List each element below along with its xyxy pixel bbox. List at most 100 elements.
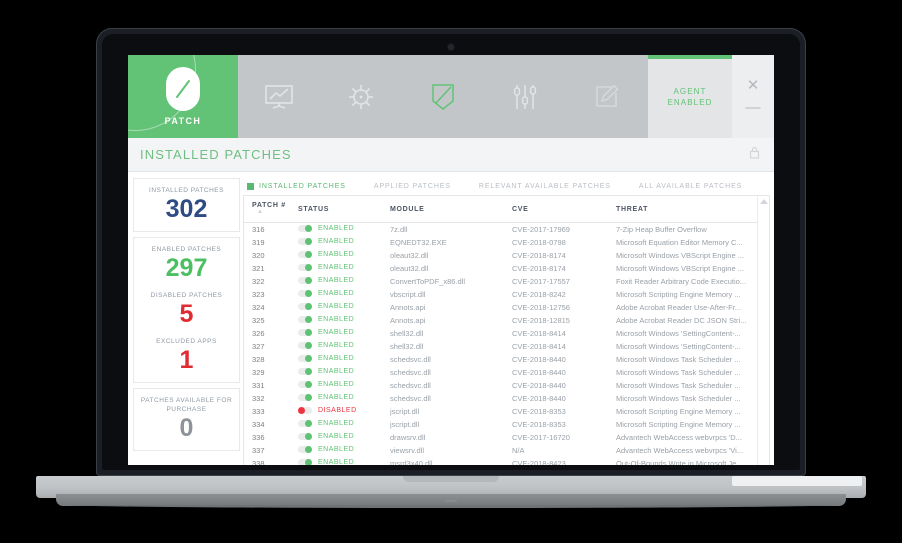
nav-item-settings[interactable] bbox=[484, 55, 566, 138]
cell-status[interactable]: ENABLED bbox=[298, 223, 390, 237]
lock-icon[interactable] bbox=[749, 146, 760, 164]
table-row[interactable]: 319 ENABLED EQNEDT32.EXE CVE-2018-0798 Micro… bbox=[244, 236, 757, 249]
cell-module: 7z.dll bbox=[390, 225, 408, 234]
agent-status-line2: ENABLED bbox=[667, 97, 713, 107]
scroll-up-icon[interactable] bbox=[759, 199, 768, 204]
status-toggle-icon[interactable] bbox=[298, 459, 312, 465]
edit-icon bbox=[594, 84, 620, 110]
cell-status[interactable]: DISABLED bbox=[298, 405, 390, 418]
minimize-icon[interactable]: — bbox=[746, 100, 761, 115]
status-toggle-icon[interactable] bbox=[298, 251, 312, 258]
column-header-threat[interactable]: THREAT bbox=[616, 196, 758, 223]
table-row[interactable]: 329 ENABLED schedsvc.dll CVE-2018-8440 Micro… bbox=[244, 366, 757, 379]
table-row[interactable]: 327 ENABLED shell32.dll CVE-2018-8414 Micros… bbox=[244, 340, 757, 353]
status-toggle-icon[interactable] bbox=[298, 277, 312, 284]
cell-cve: CVE-2018-8353 bbox=[512, 407, 566, 416]
cell-status[interactable]: ENABLED bbox=[298, 262, 390, 275]
tab-applied-patches[interactable]: APPLIED PATCHES bbox=[374, 183, 451, 190]
cell-patch-number: 337 bbox=[252, 446, 265, 455]
nav-item-patch[interactable]: PATCH bbox=[128, 55, 238, 138]
status-toggle-icon[interactable] bbox=[298, 316, 312, 323]
column-header-cve[interactable]: CVE bbox=[512, 196, 616, 223]
status-toggle-icon[interactable] bbox=[298, 420, 312, 427]
table-row[interactable]: 326 ENABLED shell32.dll CVE-2018-8414 Micros… bbox=[244, 327, 757, 340]
table-row[interactable]: 320 ENABLED oleaut32.dll CVE-2018-8174 Micro… bbox=[244, 249, 757, 262]
cell-threat: Microsoft Windows VBScript Engine ... bbox=[616, 251, 744, 260]
cell-threat: 7-Zip Heap Buffer Overflow bbox=[616, 225, 707, 234]
cell-patch-number: 336 bbox=[252, 433, 265, 442]
column-header-status[interactable]: STATUS bbox=[298, 196, 390, 223]
status-toggle-icon[interactable] bbox=[298, 394, 312, 401]
cell-cve: CVE-2018-12756 bbox=[512, 303, 570, 312]
nav-item-antivirus[interactable] bbox=[320, 55, 402, 138]
table-row[interactable]: 338 ENABLED msrd3x40.dll CVE-2018-8423 Out-O… bbox=[244, 457, 757, 465]
cell-patch-number: 329 bbox=[252, 368, 265, 377]
close-icon[interactable]: ✕ bbox=[747, 78, 760, 93]
cell-status[interactable]: ENABLED bbox=[298, 366, 390, 379]
status-toggle-icon[interactable] bbox=[298, 264, 312, 271]
cell-status[interactable]: ENABLED bbox=[298, 236, 390, 249]
table-row[interactable]: 328 ENABLED schedsvc.dll CVE-2018-8440 Micro… bbox=[244, 353, 757, 366]
cell-module: shell32.dll bbox=[390, 329, 424, 338]
status-toggle-icon[interactable] bbox=[298, 290, 312, 297]
status-toggle-icon[interactable] bbox=[298, 342, 312, 349]
table-row[interactable]: 324 ENABLED Annots.api CVE-2018-12756 Adobe … bbox=[244, 301, 757, 314]
cell-patch-number: 327 bbox=[252, 342, 265, 351]
table-row[interactable]: 323 ENABLED vbscript.dll CVE-2018-8242 Micro… bbox=[244, 288, 757, 301]
cell-status[interactable]: ENABLED bbox=[298, 288, 390, 301]
table-row[interactable]: 337 ENABLED viewsrv.dll N/A Advantech WebAcc… bbox=[244, 444, 757, 457]
column-header-module[interactable]: MODULE bbox=[390, 196, 512, 223]
cell-status[interactable]: ENABLED bbox=[298, 327, 390, 340]
cell-module: Annots.api bbox=[390, 303, 426, 312]
column-header-patch-number[interactable]: PATCH # ▲ bbox=[244, 196, 298, 223]
cell-status[interactable]: ENABLED bbox=[298, 301, 390, 314]
table-row[interactable]: 325 ENABLED Annots.api CVE-2018-12815 Adobe … bbox=[244, 314, 757, 327]
cell-status[interactable]: ENABLED bbox=[298, 418, 390, 431]
cell-threat: Microsoft Scripting Engine Memory ... bbox=[616, 290, 741, 299]
tab-relevant-available-patches[interactable]: RELEVANT AVAILABLE PATCHES bbox=[479, 183, 611, 190]
cell-status[interactable]: ENABLED bbox=[298, 431, 390, 444]
status-toggle-icon[interactable] bbox=[298, 381, 312, 388]
cell-patch-number: 333 bbox=[252, 407, 265, 416]
cell-status[interactable]: ENABLED bbox=[298, 249, 390, 262]
tab-all-available-patches[interactable]: ALL AVAILABLE PATCHES bbox=[639, 183, 742, 190]
table-row[interactable]: 333 DISABLED jscript.dll CVE-2018-8353 Micro… bbox=[244, 405, 757, 418]
cell-patch-number: 319 bbox=[252, 238, 265, 247]
cell-cve: CVE-2018-8440 bbox=[512, 381, 566, 390]
nav-item-shield[interactable] bbox=[402, 55, 484, 138]
status-label: ENABLED bbox=[318, 290, 355, 297]
status-toggle-icon[interactable] bbox=[298, 446, 312, 453]
cell-status[interactable]: ENABLED bbox=[298, 444, 390, 457]
cell-status[interactable]: ENABLED bbox=[298, 457, 390, 465]
cell-status[interactable]: ENABLED bbox=[298, 314, 390, 327]
status-toggle-icon[interactable] bbox=[298, 407, 312, 414]
table-row[interactable]: 332 ENABLED schedsvc.dll CVE-2018-8440 Micro… bbox=[244, 392, 757, 405]
cell-status[interactable]: ENABLED bbox=[298, 275, 390, 288]
cell-status[interactable]: ENABLED bbox=[298, 340, 390, 353]
status-toggle-icon[interactable] bbox=[298, 303, 312, 310]
agent-status-badge[interactable]: AGENT ENABLED bbox=[648, 55, 732, 138]
cell-patch-number: 338 bbox=[252, 459, 265, 465]
stats-sidebar: INSTALLED PATCHES 302 ENABLED PATCHES 29… bbox=[128, 172, 240, 465]
table-row[interactable]: 331 ENABLED schedsvc.dll CVE-2018-8440 Micro… bbox=[244, 379, 757, 392]
tab-installed-patches[interactable]: INSTALLED PATCHES bbox=[247, 182, 346, 190]
nav-item-edit[interactable] bbox=[566, 55, 648, 138]
table-row[interactable]: 336 ENABLED drawsrv.dll CVE-2017-16720 Advan… bbox=[244, 431, 757, 444]
cell-cve: CVE-2018-0798 bbox=[512, 238, 566, 247]
table-scrollbar[interactable] bbox=[757, 196, 770, 465]
status-toggle-icon[interactable] bbox=[298, 368, 312, 375]
status-toggle-icon[interactable] bbox=[298, 329, 312, 336]
status-toggle-icon[interactable] bbox=[298, 433, 312, 440]
cell-status[interactable]: ENABLED bbox=[298, 353, 390, 366]
table-row[interactable]: 322 ENABLED ConvertToPDF_x86.dll CVE-2017-1… bbox=[244, 275, 757, 288]
cell-status[interactable]: ENABLED bbox=[298, 379, 390, 392]
nav-item-reports[interactable] bbox=[238, 55, 320, 138]
status-toggle-icon[interactable] bbox=[298, 355, 312, 362]
table-row[interactable]: 321 ENABLED oleaut32.dll CVE-2018-8174 Micro… bbox=[244, 262, 757, 275]
status-toggle-icon[interactable] bbox=[298, 238, 312, 245]
table-row[interactable]: 316 ENABLED 7z.dll CVE-2017-17969 7-Zip Heap… bbox=[244, 223, 757, 237]
status-label: ENABLED bbox=[318, 381, 355, 388]
table-row[interactable]: 334 ENABLED jscript.dll CVE-2018-8353 Micros… bbox=[244, 418, 757, 431]
status-toggle-icon[interactable] bbox=[298, 225, 312, 232]
cell-status[interactable]: ENABLED bbox=[298, 392, 390, 405]
